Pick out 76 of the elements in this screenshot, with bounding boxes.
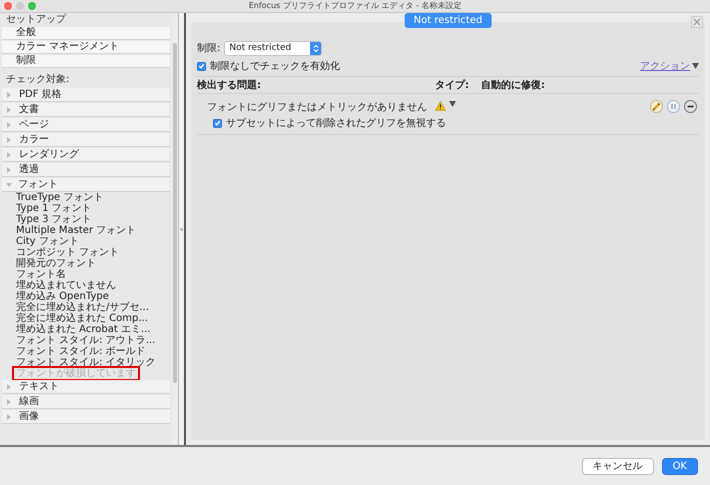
check-item[interactable]: City フォント <box>14 236 81 247</box>
category-label: フォント <box>18 178 58 191</box>
disclosure-triangle-icon[interactable] <box>7 122 11 128</box>
check-item[interactable]: TrueType フォント <box>14 192 106 203</box>
column-header: タイプ: <box>435 78 470 92</box>
checkbox[interactable] <box>213 118 222 128</box>
category-label: 文書 <box>19 103 39 116</box>
zoom-window-button[interactable] <box>28 2 36 10</box>
checkbox-label: サブセットによって削除されたグリフを無視する <box>226 116 446 130</box>
restriction-dropdown[interactable]: Not restricted <box>224 40 322 56</box>
category-label: ページ <box>19 118 49 131</box>
section-header: チェック対象: <box>5 73 70 87</box>
status-badge: Not restricted <box>404 13 492 28</box>
close-window-button[interactable] <box>4 2 12 10</box>
check-item[interactable]: フォント スタイル: アウトラ... <box>14 335 158 346</box>
category-label: レンダリング <box>19 148 79 161</box>
disclosure-triangle-icon[interactable] <box>7 152 11 158</box>
field-label: 制限: <box>197 42 220 55</box>
dropdown-arrows-icon <box>310 42 322 54</box>
checkbox[interactable] <box>197 62 206 70</box>
sidebar-item[interactable]: 制限 <box>2 55 170 68</box>
category-item[interactable]: 線画 <box>2 395 170 409</box>
category-label: 線画 <box>19 395 39 408</box>
check-item[interactable]: コンポジット フォント <box>14 247 122 258</box>
disclosure-triangle-icon[interactable] <box>6 182 12 186</box>
category-item[interactable]: レンダリング <box>2 148 170 162</box>
disclosure-triangle-icon[interactable] <box>7 92 11 98</box>
check-item[interactable]: Type 1 フォント <box>14 203 94 214</box>
caret-icon[interactable] <box>692 63 699 69</box>
caret-icon[interactable] <box>449 101 456 107</box>
check-item[interactable]: 完全に埋め込まれた/サブセ... <box>14 302 151 313</box>
column-header: 検出する問題: <box>197 78 262 92</box>
category-item[interactable]: フォント <box>2 178 170 192</box>
section-header: セットアップ <box>5 13 68 26</box>
splitter-handle-icon[interactable] <box>180 228 183 230</box>
sidebar-item[interactable]: 全般 <box>2 27 170 40</box>
checkbox-label: 制限なしでチェックを有効化 <box>210 60 340 73</box>
scrollbar-thumb[interactable] <box>173 43 177 383</box>
close-icon[interactable] <box>691 16 703 28</box>
cancel-button[interactable]: キャンセル <box>582 458 654 474</box>
category-label: カラー <box>19 133 49 146</box>
disclosure-triangle-icon[interactable] <box>7 136 11 142</box>
category-item[interactable]: 文書 <box>2 103 170 117</box>
category-item[interactable]: 画像 <box>2 410 170 424</box>
sidebar-item[interactable]: カラー マネージメント <box>2 41 170 54</box>
category-label: PDF 規格 <box>19 88 62 101</box>
ok-button[interactable]: OK <box>662 458 698 474</box>
problem-text: フォントにグリフまたはメトリックがありません <box>207 101 428 114</box>
category-item[interactable]: ページ <box>2 118 170 132</box>
category-item[interactable]: 透過 <box>2 163 170 177</box>
check-item[interactable]: Multiple Master フォント <box>14 225 138 236</box>
check-item[interactable]: フォント名 <box>14 269 68 280</box>
window-title: Enfocus プリフライトプロファイル エディタ - 名称未設定 <box>248 0 462 12</box>
check-item[interactable]: 開発元のフォント <box>14 258 98 269</box>
check-item[interactable]: 埋め込まれていません <box>14 280 118 291</box>
category-item[interactable]: カラー <box>2 133 170 147</box>
check-item[interactable]: 完全に埋め込まれた Comp... <box>14 313 150 324</box>
disclosure-triangle-icon[interactable] <box>7 414 11 420</box>
disclosure-triangle-icon[interactable] <box>7 398 11 404</box>
category-label: 透過 <box>19 163 39 176</box>
check-item[interactable]: 埋め込まれた Acrobat エミ... <box>14 324 152 335</box>
check-item[interactable]: フォント スタイル: イタリック <box>14 357 158 368</box>
check-item[interactable]: Type 3 フォント <box>14 214 94 225</box>
splitter[interactable] <box>178 13 186 445</box>
column-header: 自動的に修復: <box>481 78 545 92</box>
category-label: 画像 <box>19 410 39 423</box>
category-item[interactable]: PDF 規格 <box>2 88 170 102</box>
warning-icon <box>435 101 446 111</box>
check-item[interactable]: 埋め込み OpenType <box>14 291 111 302</box>
disclosure-triangle-icon[interactable] <box>7 384 11 390</box>
category-label: テキスト <box>19 380 59 393</box>
category-item[interactable]: テキスト <box>2 380 170 394</box>
action-link[interactable]: アクション <box>640 59 690 73</box>
disclosure-triangle-icon[interactable] <box>7 166 11 172</box>
check-item[interactable]: フォント スタイル: ボールド <box>14 346 148 357</box>
disclosure-triangle-icon[interactable] <box>7 106 11 112</box>
